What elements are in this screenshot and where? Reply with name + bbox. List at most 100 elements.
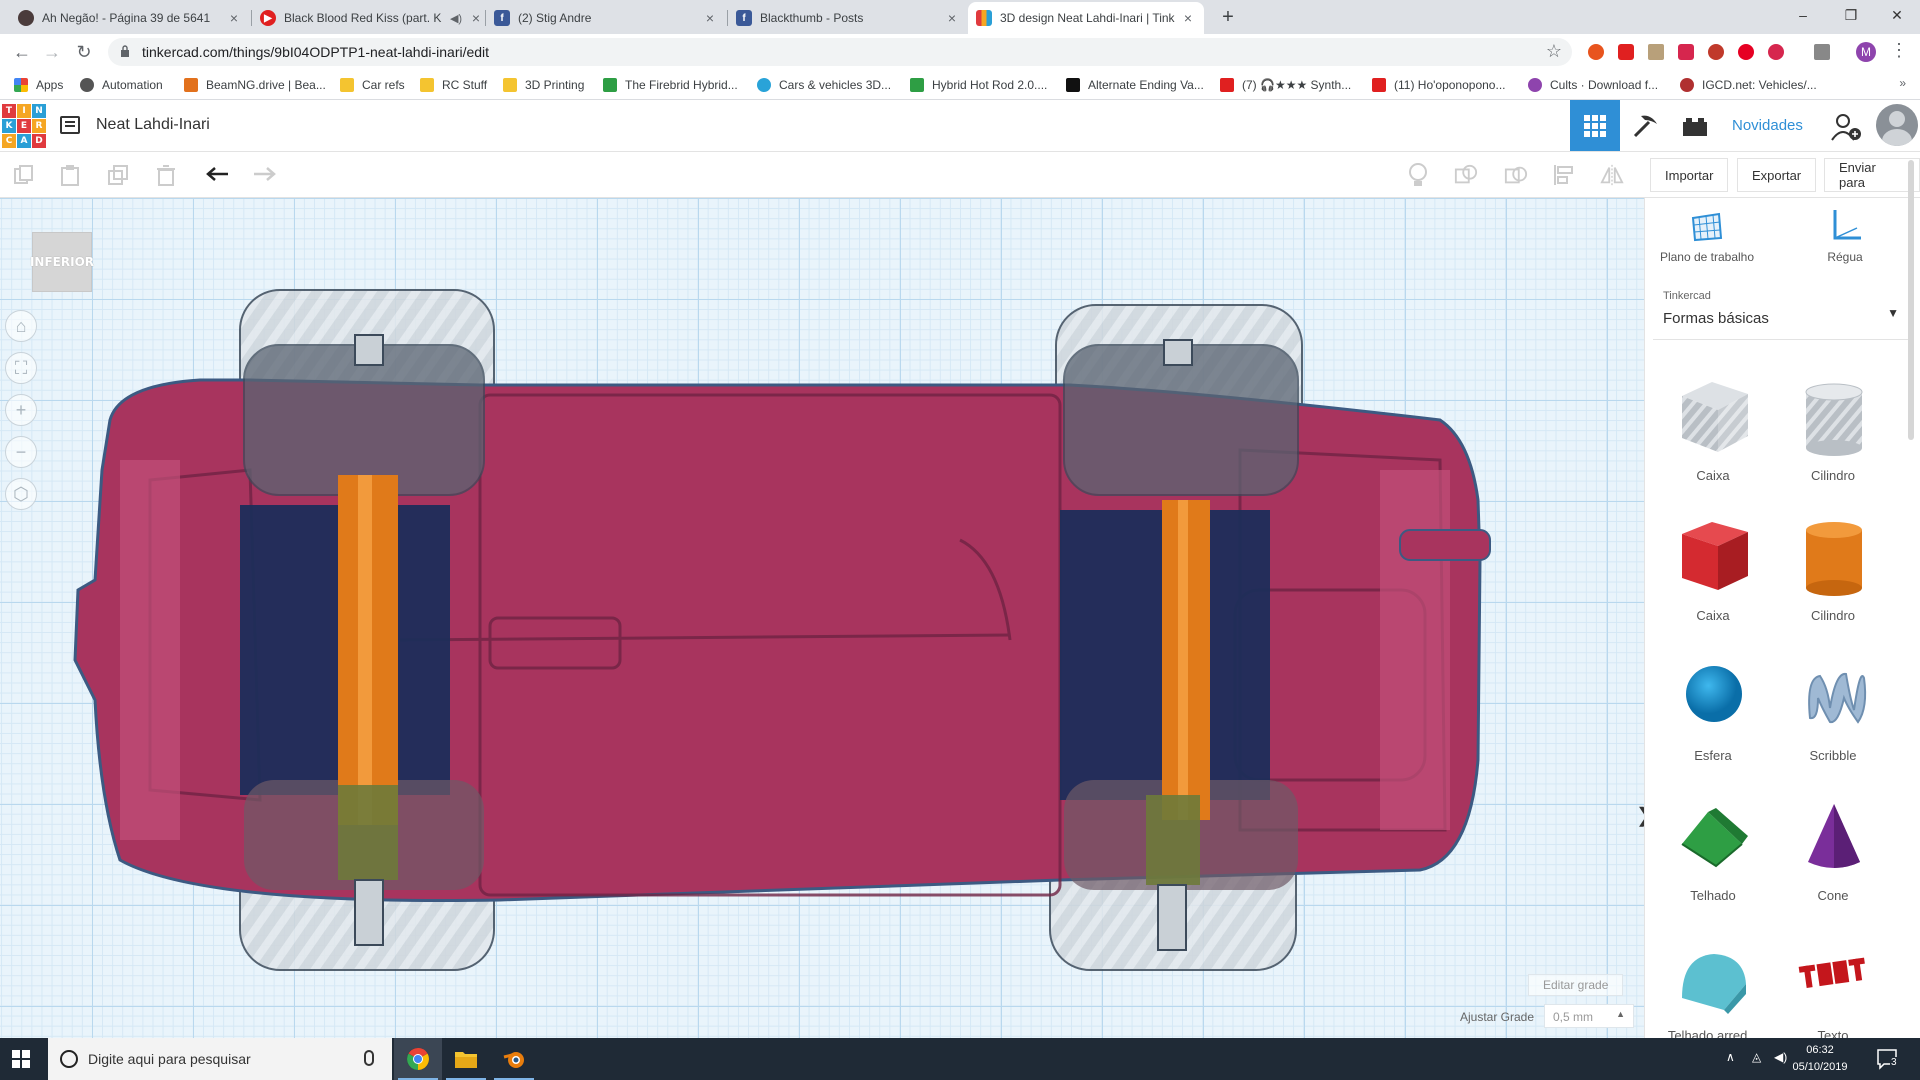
- ruler-tool[interactable]: Régua: [1785, 208, 1905, 264]
- duplicate-button[interactable]: [106, 163, 130, 187]
- pinterest-icon[interactable]: [1738, 44, 1754, 60]
- car-model[interactable]: [0, 198, 1644, 1038]
- taskbar-search[interactable]: Digite aqui para pesquisar: [48, 1038, 392, 1080]
- back-button[interactable]: ←: [10, 40, 34, 64]
- shape-cylinder-hole[interactable]: Cilindro: [1773, 368, 1893, 498]
- extension-icon[interactable]: [1648, 44, 1664, 60]
- paste-button[interactable]: [58, 163, 82, 187]
- chrome-taskbar-app[interactable]: [394, 1038, 442, 1080]
- workplane-tool[interactable]: Plano de trabalho: [1647, 208, 1767, 264]
- microphone-icon[interactable]: [364, 1050, 374, 1066]
- home-view-button[interactable]: ⌂: [5, 310, 37, 342]
- shape-sphere[interactable]: Esfera: [1653, 648, 1773, 778]
- delete-button[interactable]: [154, 163, 178, 187]
- bookmark-apps[interactable]: Apps: [14, 76, 63, 94]
- grid-view-button[interactable]: [1570, 100, 1620, 151]
- bookmark-item[interactable]: (7) 🎧★★★ Synth...: [1220, 76, 1351, 94]
- align-button[interactable]: [1552, 163, 1576, 187]
- browser-tab[interactable]: f (2) Stig Andre ×: [486, 2, 726, 34]
- bookmarks-overflow-button[interactable]: »: [1899, 76, 1906, 90]
- extension-icon[interactable]: [1618, 44, 1634, 60]
- view-cube[interactable]: INFERIOR: [30, 232, 94, 292]
- shape-cylinder[interactable]: Cilindro: [1773, 508, 1893, 638]
- shape-text[interactable]: Texto: [1773, 928, 1893, 1038]
- shape-library-select[interactable]: Tinkercad Formas básicas ▼: [1653, 282, 1909, 340]
- shape-roof[interactable]: Telhado: [1653, 788, 1773, 918]
- panel-scrollbar[interactable]: [1908, 160, 1914, 440]
- export-button[interactable]: Exportar: [1737, 158, 1817, 192]
- extension-icon[interactable]: [1708, 44, 1724, 60]
- action-center-button[interactable]: 3: [1876, 1048, 1900, 1070]
- perspective-button[interactable]: ⬡: [5, 478, 37, 510]
- browser-tab[interactable]: ▶ Black Blood Red Kiss (part. K ◀) ×: [252, 2, 492, 34]
- bookmark-folder[interactable]: 3D Printing: [503, 76, 584, 94]
- shape-cone[interactable]: Cone: [1773, 788, 1893, 918]
- speaker-icon[interactable]: ◀): [448, 12, 464, 25]
- windows-start-button[interactable]: [12, 1050, 30, 1068]
- bookmark-item[interactable]: Automation: [80, 76, 163, 94]
- shape-scribble[interactable]: Scribble: [1773, 648, 1893, 778]
- extension-icon[interactable]: [1678, 44, 1694, 60]
- omnibox[interactable]: tinkercad.com/things/9bI04ODPTP1-neat-la…: [108, 38, 1572, 66]
- restore-button[interactable]: ❐: [1828, 0, 1874, 30]
- fit-view-button[interactable]: ⛶: [5, 352, 37, 384]
- bookmark-item[interactable]: Hybrid Hot Rod 2.0....: [910, 76, 1047, 94]
- browser-menu-icon[interactable]: ⋮: [1890, 40, 1908, 61]
- browser-tab[interactable]: Ah Negão! - Página 39 de 5641 ×: [10, 2, 250, 34]
- zoom-out-button[interactable]: −: [5, 436, 37, 468]
- redo-button[interactable]: [252, 163, 276, 187]
- browser-tab[interactable]: f Blackthumb - Posts ×: [728, 2, 968, 34]
- taskbar-clock[interactable]: 06:32 05/10/2019: [1790, 1042, 1850, 1076]
- tab-close-icon[interactable]: ×: [702, 10, 718, 26]
- bookmark-item[interactable]: BeamNG.drive | Bea...: [184, 76, 326, 94]
- tab-close-icon[interactable]: ×: [226, 10, 242, 26]
- bookmark-item[interactable]: Cults · Download f...: [1528, 76, 1658, 94]
- notes-button[interactable]: [1406, 163, 1430, 187]
- close-window-button[interactable]: ✕: [1874, 0, 1920, 30]
- zoom-in-button[interactable]: +: [5, 394, 37, 426]
- new-tab-button[interactable]: +: [1216, 5, 1240, 29]
- file-explorer-taskbar-app[interactable]: [442, 1038, 490, 1080]
- edit-grid-button[interactable]: Editar grade: [1528, 974, 1624, 996]
- extension-icon[interactable]: [1588, 44, 1604, 60]
- copy-button[interactable]: [12, 163, 36, 187]
- send-to-button[interactable]: Enviar para: [1824, 158, 1920, 192]
- forward-button[interactable]: →: [40, 40, 64, 64]
- design-title[interactable]: Neat Lahdi-Inari: [96, 116, 210, 134]
- workplane-canvas[interactable]: INFERIOR ⌂ ⛶ + − ⬡ ❯ Editar grade Ajusta…: [0, 198, 1644, 1038]
- bookmark-item[interactable]: IGCD.net: Vehicles/...: [1680, 76, 1817, 94]
- network-icon[interactable]: ◬: [1752, 1050, 1761, 1064]
- import-button[interactable]: Importar: [1650, 158, 1729, 192]
- bricks-mode-button[interactable]: [1670, 100, 1720, 151]
- blocks-mode-button[interactable]: [1620, 100, 1670, 151]
- undo-button[interactable]: [206, 163, 230, 187]
- browser-tab-active[interactable]: 3D design Neat Lahdi-Inari | Tink ×: [968, 2, 1204, 34]
- ungroup-button[interactable]: [1504, 163, 1528, 187]
- tray-expand-icon[interactable]: ∧: [1726, 1050, 1735, 1064]
- blender-taskbar-app[interactable]: [490, 1038, 538, 1080]
- mirror-button[interactable]: [1600, 163, 1624, 187]
- profile-avatar[interactable]: M: [1856, 42, 1876, 62]
- bookmark-star-icon[interactable]: ☆: [1546, 41, 1562, 62]
- extension-icon[interactable]: [1768, 44, 1784, 60]
- whats-new-link[interactable]: Novidades: [1732, 117, 1803, 134]
- minimize-button[interactable]: –: [1780, 0, 1826, 30]
- tab-close-icon[interactable]: ×: [944, 10, 960, 26]
- design-list-icon[interactable]: [60, 116, 80, 134]
- collapse-panel-button[interactable]: ❯: [1636, 794, 1644, 838]
- bookmark-folder[interactable]: Car refs: [340, 76, 405, 94]
- bookmark-folder[interactable]: RC Stuff: [420, 76, 487, 94]
- shape-round-roof[interactable]: Telhado arred...: [1653, 928, 1773, 1038]
- bookmark-item[interactable]: Cars & vehicles 3D...: [757, 76, 891, 94]
- snap-grid-select[interactable]: 0,5 mm ▲: [1544, 1004, 1634, 1028]
- tinkercad-logo[interactable]: TIN KER CAD: [2, 104, 46, 148]
- bookmark-item[interactable]: Alternate Ending Va...: [1066, 76, 1204, 94]
- bookmark-item[interactable]: The Firebrid Hybrid...: [603, 76, 738, 94]
- volume-icon[interactable]: ◀): [1774, 1050, 1787, 1064]
- tab-close-icon[interactable]: ×: [1180, 10, 1196, 26]
- shape-box[interactable]: Caixa: [1653, 508, 1773, 638]
- extension-icon[interactable]: [1814, 44, 1830, 60]
- bookmark-item[interactable]: (11) Ho'oponopono...: [1372, 76, 1505, 94]
- reload-button[interactable]: ↻: [72, 40, 96, 64]
- user-avatar[interactable]: [1876, 104, 1918, 146]
